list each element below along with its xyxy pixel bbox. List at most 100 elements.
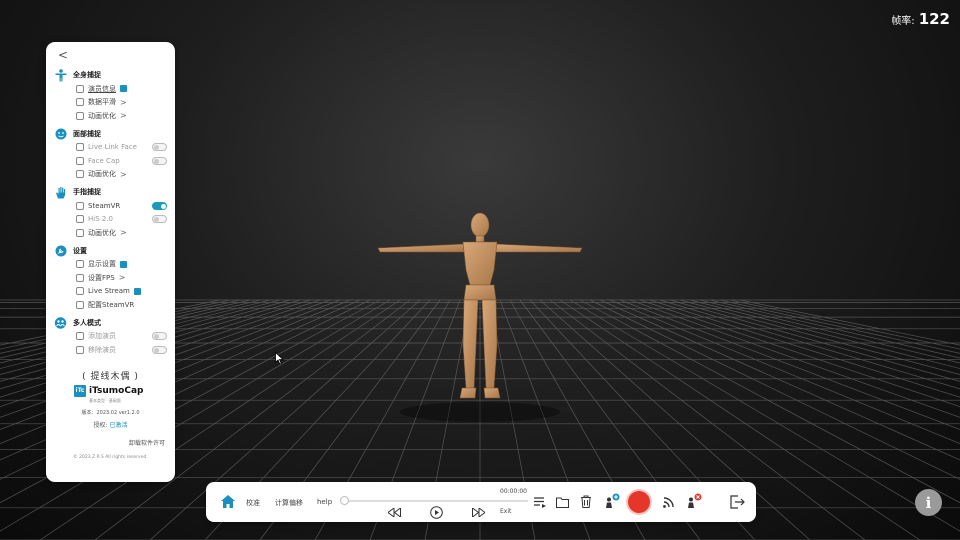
mouse-cursor-icon <box>275 352 284 365</box>
copyright-text: © 2023 Z.R.S All rights reserved. <box>73 454 148 460</box>
timeline-handle[interactable] <box>340 496 349 505</box>
exit-playback-button[interactable]: Exit <box>500 508 511 515</box>
section-title: 全身捕捉 <box>73 71 101 79</box>
info-badge-icon[interactable] <box>120 85 127 93</box>
license-row: 授权: 已激活 <box>54 420 167 429</box>
section-header: 全身捕捉 <box>54 68 167 82</box>
section-title: 多人模式 <box>73 318 101 327</box>
calibrate-button[interactable]: 校准 <box>246 498 260 508</box>
panel-item-label: 设置FPS <box>88 273 115 282</box>
equalizer-icon <box>76 98 84 107</box>
panel-item[interactable]: Live Stream <box>54 285 167 299</box>
fps-value: 122 <box>918 10 950 28</box>
hand-icon <box>76 215 84 224</box>
toggle-switch[interactable] <box>152 215 167 224</box>
settings-icon <box>76 273 84 282</box>
fast-forward-icon[interactable] <box>471 506 485 518</box>
panel-item[interactable]: HiS 2.0 <box>54 213 167 227</box>
bottom-toolbar: 校准 计算偏移 help 00:00:00 Exit <box>206 482 756 522</box>
brand-subtitle: 基本类型 · 基础版 <box>89 397 121 403</box>
panel-item[interactable]: 动画优化 > <box>54 168 167 182</box>
compute-offset-button[interactable]: 计算偏移 <box>275 498 303 508</box>
stream-icon <box>76 287 84 296</box>
panel-item[interactable]: 数据平滑 > <box>54 96 167 110</box>
panel-item-label: Live Link Face <box>88 143 137 152</box>
chart-icon <box>76 228 84 237</box>
fps-readout: 帧率: 122 <box>891 10 950 28</box>
folder-icon[interactable] <box>555 495 569 509</box>
panel-item[interactable]: Face Cap <box>54 154 167 168</box>
toggle-switch[interactable] <box>152 345 167 354</box>
info-badge-icon[interactable] <box>120 260 127 268</box>
timeline-slider[interactable] <box>340 496 528 505</box>
section-title: 设置 <box>73 246 87 255</box>
toggle-switch[interactable] <box>152 156 167 165</box>
panel-sections: 全身捕捉 演员信息 数据平滑 > 动画优化 > 面部捕捉 Live Link Face Face… <box>54 68 167 357</box>
section-title: 面部捕捉 <box>73 129 101 138</box>
panel-item[interactable]: 演员信息 <box>54 82 167 96</box>
brand-name: iTsumoCap <box>89 385 144 396</box>
playlist-icon[interactable] <box>533 495 547 509</box>
help-button[interactable]: help <box>317 498 332 506</box>
logout-icon[interactable] <box>729 494 745 510</box>
section-header: 设置 <box>54 244 167 258</box>
side-panel: < 全身捕捉 演员信息 数据平滑 > 动画优化 > 面部捕捉 Live Link Face Fa… <box>46 42 175 482</box>
chart-icon <box>76 111 84 120</box>
monitor-icon <box>76 260 84 269</box>
panel-item-label: 动画优化 <box>88 111 116 120</box>
face-icon <box>76 156 84 165</box>
panel-item[interactable]: Live Link Face <box>54 141 167 155</box>
camera-icon <box>76 143 84 152</box>
section-header: 手指捕捉 <box>54 185 167 199</box>
info-badge-icon[interactable] <box>133 287 141 295</box>
chevron-right-icon: > <box>120 111 127 121</box>
section-header: 多人模式 <box>54 316 167 330</box>
panel-item[interactable]: 设置FPS > <box>54 271 167 285</box>
brand-chinese-name: ( 提线木偶 ) <box>82 371 139 382</box>
info-button[interactable]: i <box>915 489 942 516</box>
figure-shadow <box>400 402 560 422</box>
play-icon[interactable] <box>429 505 443 519</box>
gamepad-icon <box>76 201 84 210</box>
panel-item[interactable]: 移除演员 <box>54 343 167 357</box>
panel-item[interactable]: 动画优化 > <box>54 109 167 123</box>
back-button[interactable]: < <box>54 48 167 64</box>
section-title: 手指捕捉 <box>73 188 101 196</box>
brand-logo-icon: iTc <box>74 384 86 397</box>
chevron-right-icon: > <box>120 228 127 238</box>
panel-item[interactable]: 动画优化 > <box>54 226 167 240</box>
toggle-switch[interactable] <box>152 143 167 152</box>
panel-item-label: 移除演员 <box>88 345 116 354</box>
panel-item-label: 添加演员 <box>88 332 116 341</box>
uninstall-license-link[interactable]: 卸载软件许可 <box>54 438 167 447</box>
toggle-switch[interactable] <box>152 201 167 210</box>
remove-actor-icon[interactable] <box>684 492 702 510</box>
rewind-icon[interactable] <box>387 506 401 518</box>
panel-item-label: 动画优化 <box>88 228 116 237</box>
face-icon <box>54 127 67 140</box>
record-button[interactable] <box>628 491 650 513</box>
stream-signal-icon[interactable] <box>662 495 676 509</box>
home-icon[interactable] <box>220 493 236 509</box>
section-header: 面部捕捉 <box>54 127 167 141</box>
wrench-icon <box>54 244 67 257</box>
person-icon <box>54 68 67 82</box>
panel-item[interactable]: 配置SteamVR <box>54 298 167 312</box>
chart-icon <box>76 170 84 179</box>
hand-icon <box>54 186 67 199</box>
panel-item-label: 动画优化 <box>88 170 116 179</box>
panel-item[interactable]: 显示设置 <box>54 258 167 272</box>
add-actor-icon[interactable] <box>602 492 620 510</box>
chevron-right-icon: > <box>118 273 126 283</box>
vr-icon <box>76 300 84 309</box>
user-icon <box>76 84 84 93</box>
trash-icon[interactable] <box>579 494 593 509</box>
toggle-switch[interactable] <box>152 332 167 341</box>
panel-item-label: Live Stream <box>88 287 130 296</box>
panel-item-label: 显示设置 <box>88 260 116 269</box>
license-status-link[interactable]: 已激活 <box>109 422 127 429</box>
panel-item[interactable]: 添加演员 <box>54 330 167 344</box>
panel-item-label: 演员信息 <box>88 84 116 93</box>
panel-item[interactable]: SteamVR <box>54 199 167 213</box>
time-readout: 00:00:00 <box>500 488 527 495</box>
